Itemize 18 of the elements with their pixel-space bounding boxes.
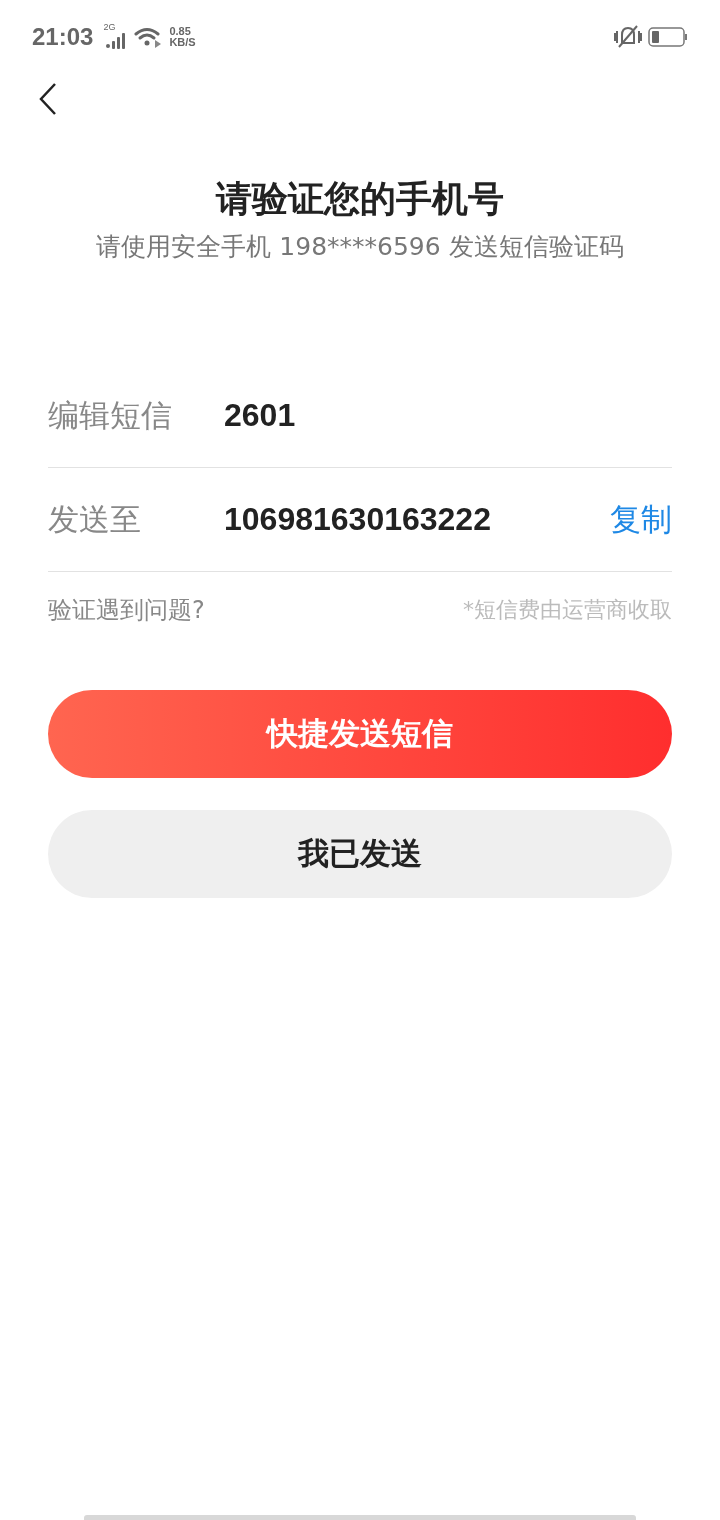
page-title: 请验证您的手机号 bbox=[214, 177, 505, 221]
row-label: 编辑短信 bbox=[48, 395, 173, 435]
battery-icon bbox=[648, 26, 688, 48]
signal-icon bbox=[105, 33, 128, 49]
row-label: 发送至 bbox=[48, 499, 142, 539]
speed-unit: KB/S bbox=[169, 37, 196, 48]
row-value: 2601 bbox=[224, 397, 297, 434]
status-time: 21:03 bbox=[32, 23, 94, 51]
fee-note: *短信费由运营商收取 bbox=[463, 596, 672, 624]
network-type: 2G bbox=[103, 22, 116, 32]
muted-bell-icon bbox=[614, 25, 642, 49]
row-value: 106981630163222 bbox=[224, 501, 492, 538]
send-sms-button[interactable]: 快捷发送短信 bbox=[48, 690, 672, 778]
sent-button[interactable]: 我已发送 bbox=[48, 810, 672, 898]
speed-value: 0.85 bbox=[169, 26, 192, 37]
help-link[interactable]: 验证遇到问题? bbox=[48, 594, 205, 626]
subtitle: 请使用安全手机 198****6596 发送短信验证码 bbox=[95, 231, 625, 263]
copy-link[interactable]: 复制 bbox=[610, 498, 672, 541]
